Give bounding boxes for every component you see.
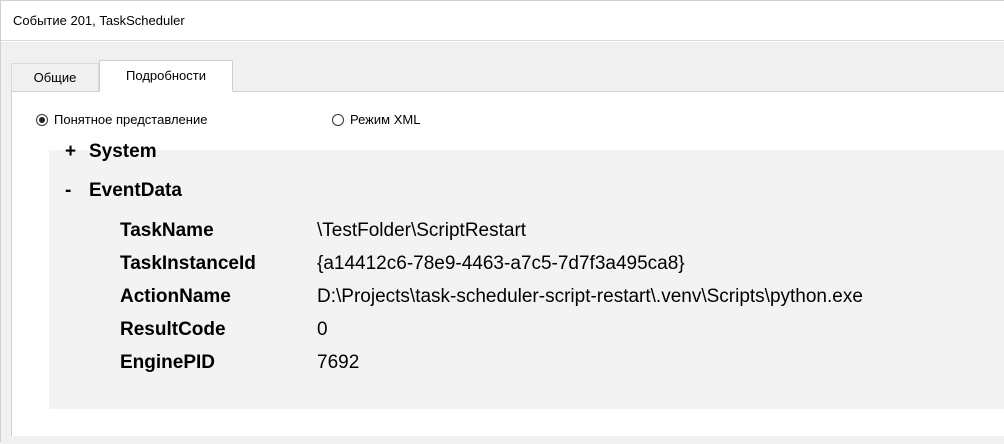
event-properties-window: Событие 201, TaskScheduler Общие Подробн… [0, 0, 1004, 444]
field-key: TaskInstanceId [120, 253, 256, 274]
tree-node-system[interactable]: + System [65, 141, 157, 163]
field-key: ResultCode [120, 319, 226, 340]
friendly-view-label: Понятное представление [54, 112, 208, 127]
collapse-toggle[interactable]: - [65, 180, 89, 202]
tree-node-eventdata[interactable]: - EventData [65, 180, 182, 202]
field-value: \TestFolder\ScriptRestart [317, 220, 527, 241]
xml-view-label: Режим XML [350, 112, 421, 127]
expand-toggle[interactable]: + [65, 141, 89, 163]
field-key: ActionName [120, 286, 231, 307]
field-value: {a14412c6-78e9-4463-a7c5-7d7f3a495ca8} [317, 253, 685, 274]
radio-unchecked-icon [332, 114, 344, 126]
field-key: TaskName [120, 220, 214, 241]
field-value: 7692 [317, 352, 360, 373]
friendly-view-radio[interactable]: Понятное представление [36, 110, 207, 130]
field-value: D:\Projects\task-scheduler-script-restar… [317, 286, 863, 307]
tab-details[interactable]: Подробности [99, 60, 233, 92]
system-label: System [89, 141, 157, 162]
tab-general[interactable]: Общие [11, 63, 99, 91]
eventdata-label: EventData [89, 180, 182, 201]
field-value: 0 [317, 319, 328, 340]
xml-view-radio[interactable]: Режим XML [332, 110, 420, 130]
details-tab-body: Понятное представление Режим XML + System… [11, 91, 1004, 436]
radio-checked-icon [36, 114, 48, 126]
event-details-view: + System - EventData TaskName \TestFolder\… [49, 141, 1004, 409]
field-key: EnginePID [120, 352, 216, 373]
window-title: Событие 201, TaskScheduler [1, 1, 1004, 41]
properties-panel: Общие Подробности Понятное представление… [1, 42, 1004, 444]
